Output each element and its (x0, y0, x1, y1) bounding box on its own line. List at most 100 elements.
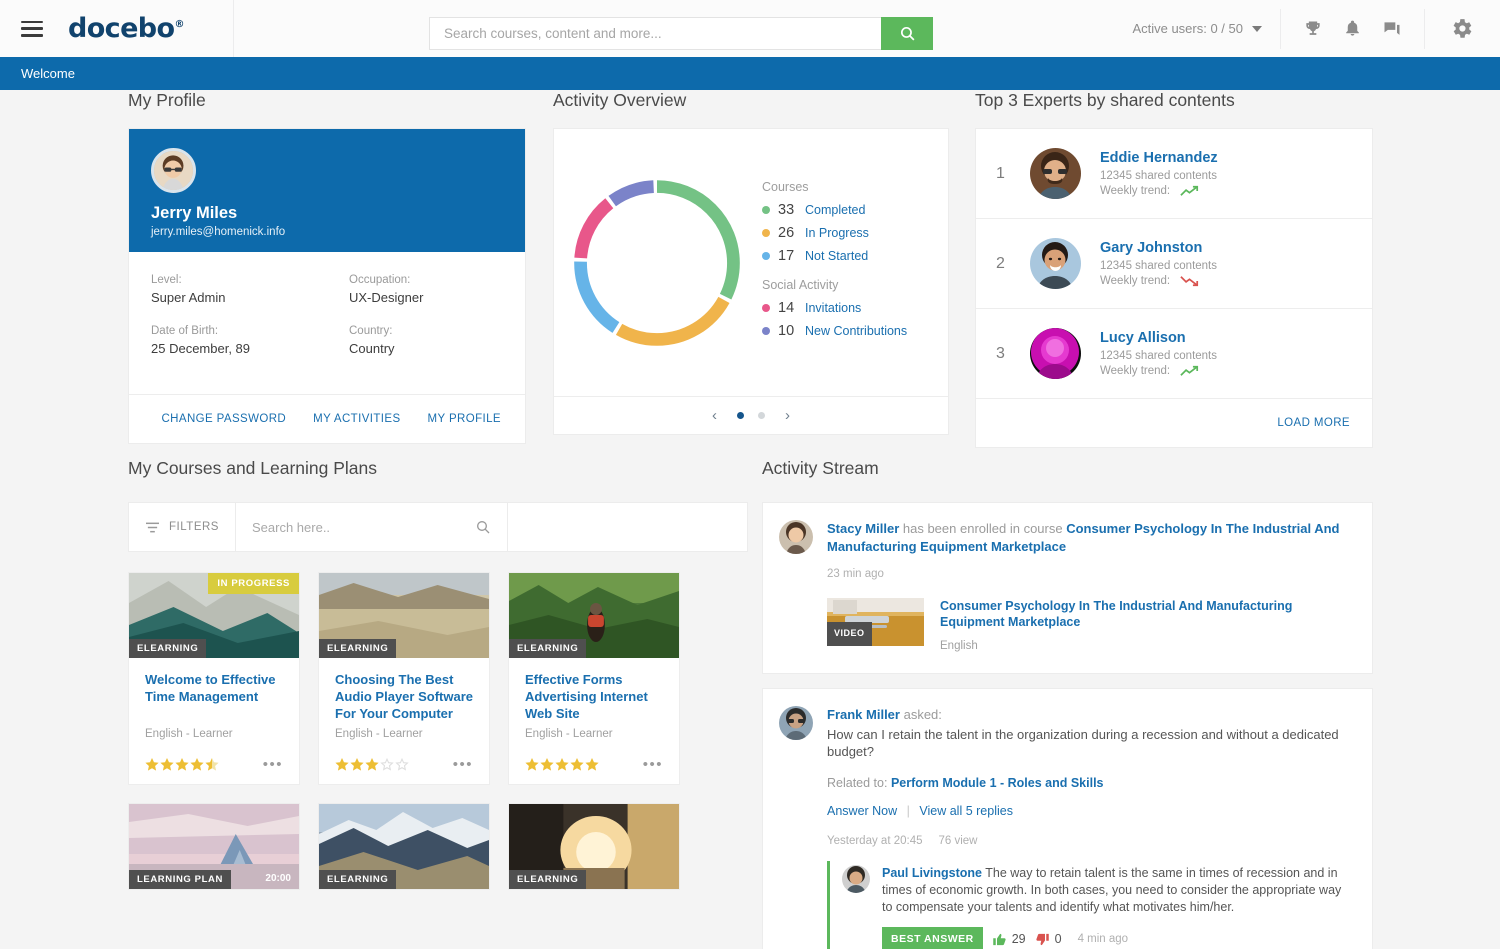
like-control[interactable]: 29 (992, 931, 1026, 948)
legend-dot-invitations (762, 304, 770, 312)
course-title[interactable]: Welcome to Effective Time Management (145, 671, 283, 722)
expert-info: Gary Johnston 12345 shared contents Week… (1100, 240, 1217, 287)
avatar[interactable] (1030, 238, 1081, 289)
course-type-tag: ELEARNING (509, 870, 586, 889)
course-card[interactable]: ELEARNING Effective Forms Advertising In… (508, 572, 680, 785)
load-more-button[interactable]: LOAD MORE (1277, 417, 1350, 429)
trophy-icon[interactable] (1303, 19, 1323, 39)
my-activities-link[interactable]: MY ACTIVITIES (313, 413, 400, 425)
top-experts-column: Top 3 Experts by shared contents 1 (975, 90, 1373, 448)
view-replies-link[interactable]: View all 5 replies (919, 804, 1013, 818)
course-options-icon[interactable]: ••• (643, 761, 663, 769)
expert-rank: 1 (996, 165, 1030, 183)
legend-label-in-progress[interactable]: In Progress (805, 226, 869, 240)
reply-author[interactable]: Paul Livingstone (882, 866, 982, 880)
course-options-icon[interactable]: ••• (263, 761, 283, 769)
course-title[interactable]: Choosing The Best Audio Player Software … (335, 671, 473, 722)
legend-label-invitations[interactable]: Invitations (805, 301, 861, 315)
chevron-left-icon[interactable]: ‹ (706, 407, 723, 424)
legend-value-completed: 33 (778, 202, 797, 218)
legend-label-not-started[interactable]: Not Started (805, 249, 868, 263)
search-icon[interactable] (475, 519, 491, 535)
avatar[interactable] (1030, 328, 1081, 379)
hamburger-icon[interactable] (21, 21, 43, 37)
course-thumbnail: ELEARNING (319, 804, 489, 889)
docebo-logo[interactable]: docebo® (68, 13, 184, 44)
course-card[interactable]: ELEARNING (318, 803, 490, 890)
expert-row[interactable]: 2 (976, 219, 1372, 309)
expert-shared-count: 12345 shared contents (1100, 170, 1218, 182)
avatar[interactable] (1030, 148, 1081, 199)
carousel-dot-2[interactable] (758, 412, 765, 419)
global-search-button[interactable] (881, 17, 933, 50)
expert-trend-label: Weekly trend: (1100, 365, 1170, 377)
brand-area: docebo® (0, 0, 234, 57)
expert-trend: Weekly trend: (1100, 275, 1217, 287)
avatar[interactable] (779, 706, 813, 740)
expert-row[interactable]: 3 Lucy Allison 123 (976, 309, 1372, 399)
post-author[interactable]: Stacy Miller (827, 521, 899, 536)
expert-name[interactable]: Gary Johnston (1100, 240, 1217, 256)
my-profile-link[interactable]: MY PROFILE (428, 413, 501, 425)
bell-icon[interactable] (1343, 19, 1362, 38)
course-card[interactable]: LEARNING PLAN 20:00 (128, 803, 300, 890)
post-text: Stacy Miller has been enrolled in course… (827, 520, 1352, 655)
course-footer: ••• (525, 758, 663, 772)
activity-overview-column: Activity Overview (553, 90, 949, 435)
change-password-link[interactable]: CHANGE PASSWORD (161, 413, 286, 425)
course-type-tag: ELEARNING (129, 639, 206, 658)
legend-value-not-started: 17 (778, 248, 797, 264)
activity-legend: Courses 33 Completed 26 In Progress (754, 180, 948, 346)
breadcrumb-welcome[interactable]: Welcome (21, 66, 75, 81)
legend-label-completed[interactable]: Completed (805, 203, 865, 217)
expert-name[interactable]: Eddie Hernandez (1100, 150, 1218, 166)
legend-label-new-contributions[interactable]: New Contributions (805, 324, 907, 338)
avatar[interactable] (842, 865, 870, 893)
expert-trend: Weekly trend: (1100, 185, 1218, 197)
chevron-right-icon[interactable]: › (779, 407, 796, 424)
best-answer-reply: Paul Livingstone The way to retain talen… (827, 861, 1352, 949)
courses-grid: IN PROGRESS ELEARNING Welcome to Effecti… (128, 572, 748, 890)
legend-dot-completed (762, 206, 770, 214)
carousel-dot-1[interactable] (737, 412, 744, 419)
global-search-input[interactable] (429, 17, 881, 50)
profile-field-level: Level: Super Admin (129, 274, 327, 305)
embed-title[interactable]: Consumer Psychology In The Industrial An… (940, 598, 1352, 630)
avatar-image (779, 706, 813, 740)
course-card[interactable]: ELEARNING Choosing The Best Audio Player… (318, 572, 490, 785)
reply-footer: BEST ANSWER 29 0 (882, 927, 1352, 949)
avatar[interactable] (151, 148, 196, 193)
profile-field-label: Level: (151, 274, 327, 286)
legend-item-completed: 33 Completed (762, 202, 948, 218)
expert-name[interactable]: Lucy Allison (1100, 330, 1217, 346)
legend-dot-new-contributions (762, 327, 770, 335)
action-separator: | (907, 804, 910, 818)
course-card[interactable]: ELEARNING (508, 803, 680, 890)
load-more-row: LOAD MORE (976, 399, 1372, 447)
post-author[interactable]: Frank Miller (827, 707, 900, 722)
expert-row[interactable]: 1 (976, 129, 1372, 219)
dislike-control[interactable]: 0 (1035, 931, 1062, 948)
courses-filter-spacer (508, 502, 748, 552)
course-type-tag: ELEARNING (319, 870, 396, 889)
post-embed[interactable]: VIDEO Consumer Psychology In The Industr… (827, 598, 1352, 656)
course-duration: 20:00 (265, 873, 291, 884)
courses-search-input[interactable] (252, 520, 475, 535)
chat-icon[interactable] (1382, 19, 1402, 39)
avatar[interactable] (779, 520, 813, 554)
top-bar-right-tools: Active users: 0 / 50 (1114, 0, 1500, 57)
brand-text: docebo (68, 13, 174, 44)
question-stamp: Yesterday at 20:45 76 view (827, 833, 1352, 851)
expert-trend-label: Weekly trend: (1100, 275, 1170, 287)
active-users-dropdown[interactable]: Active users: 0 / 50 (1114, 9, 1281, 49)
legend-dot-in-progress (762, 229, 770, 237)
avatar-image (779, 520, 813, 554)
course-card[interactable]: IN PROGRESS ELEARNING Welcome to Effecti… (128, 572, 300, 785)
course-options-icon[interactable]: ••• (453, 761, 473, 769)
profile-field-value: 25 December, 89 (151, 341, 327, 356)
related-course-link[interactable]: Perform Module 1 - Roles and Skills (891, 776, 1104, 790)
filters-button[interactable]: FILTERS (128, 502, 236, 552)
answer-now-link[interactable]: Answer Now (827, 804, 897, 818)
course-title[interactable]: Effective Forms Advertising Internet Web… (525, 671, 663, 722)
gear-icon[interactable] (1449, 16, 1474, 41)
